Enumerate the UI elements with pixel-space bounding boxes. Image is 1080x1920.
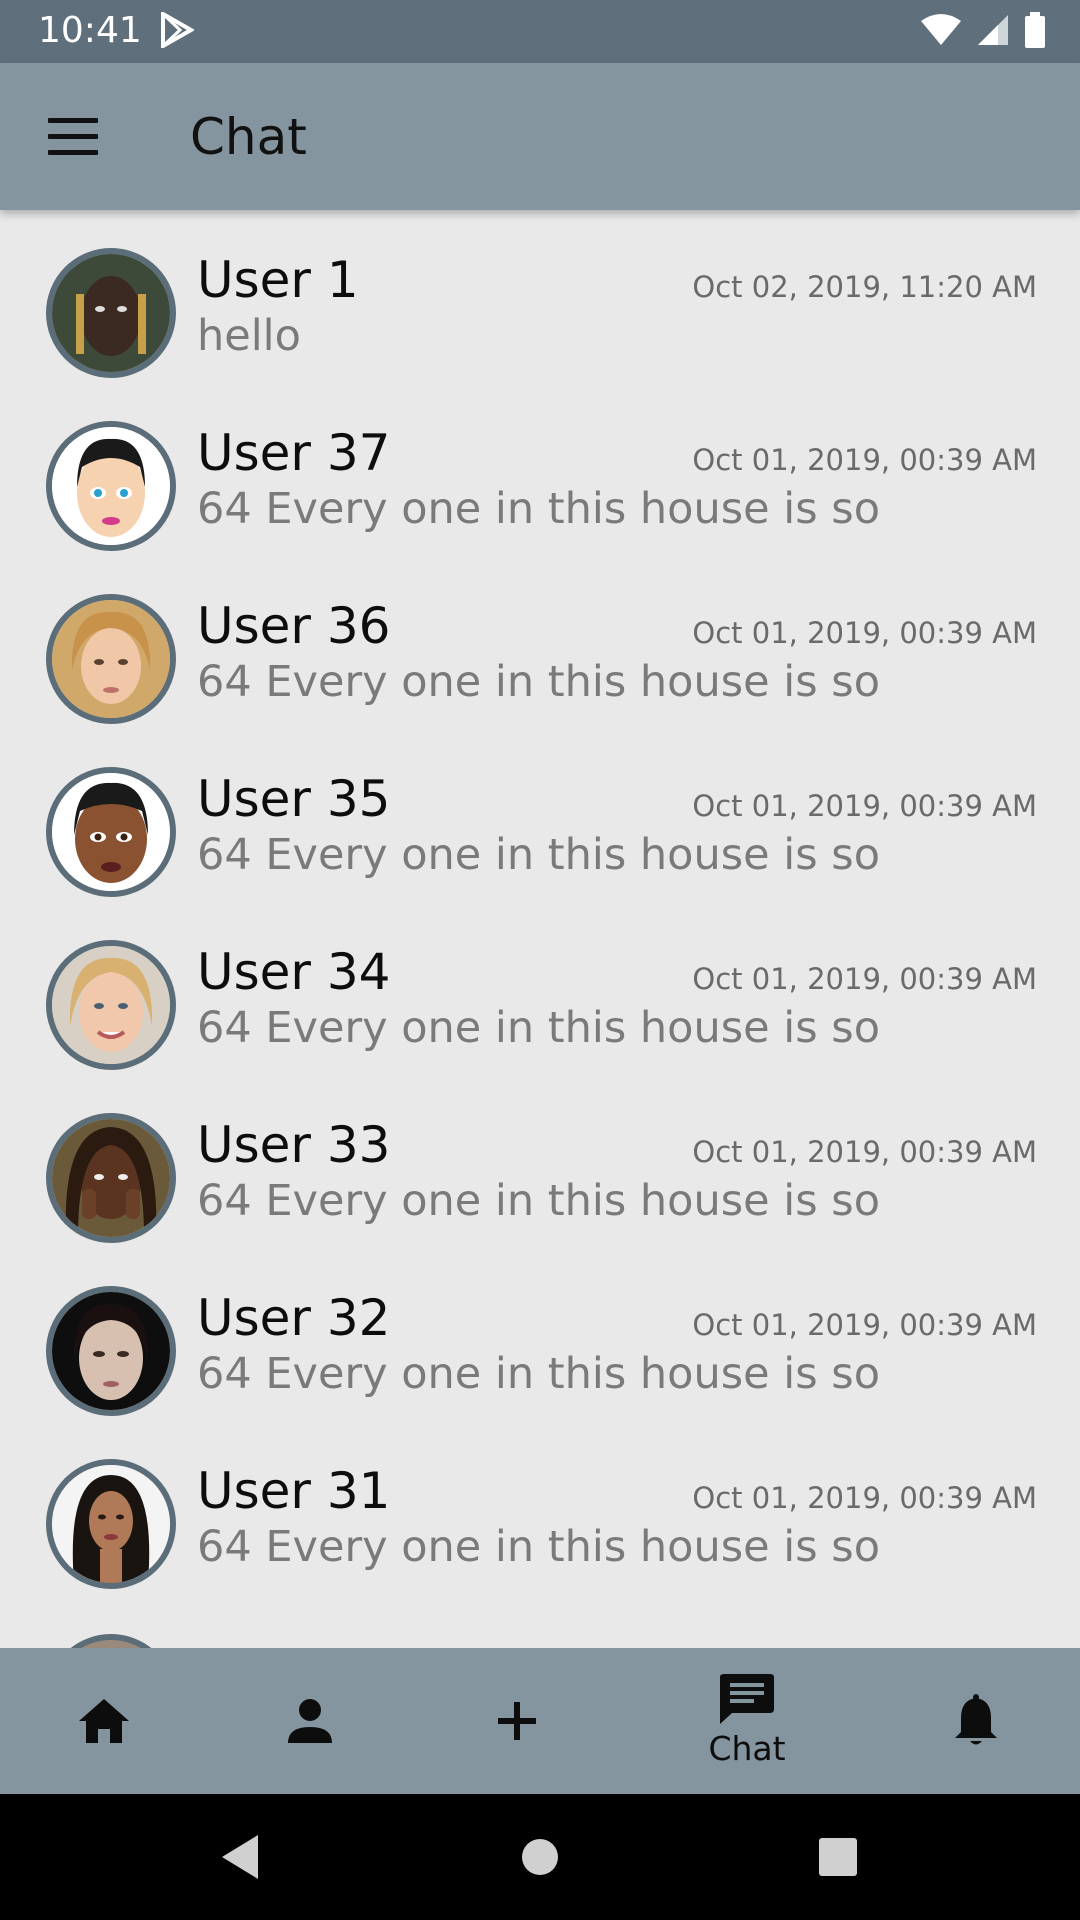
bottom-navigation: Chat [0, 1648, 1080, 1794]
chat-timestamp: Oct 01, 2019, 00:39 AM [692, 789, 1037, 823]
avatar [46, 767, 176, 897]
status-time: 10:41 [38, 10, 142, 51]
chat-user-name: User 31 [197, 1462, 391, 1520]
chat-list-item[interactable]: User 1 Oct 02, 2019, 11:20 AM hello [0, 210, 1080, 383]
home-circle-icon [522, 1839, 558, 1875]
status-bar: 10:41 [0, 0, 1080, 63]
chat-list-item[interactable]: User 31 Oct 01, 2019, 00:39 AM 64 Every … [0, 1421, 1080, 1594]
nav-chat-button[interactable]: Chat [667, 1648, 827, 1794]
wifi-icon [920, 13, 962, 51]
chat-timestamp: Oct 02, 2019, 11:20 AM [692, 270, 1037, 304]
chat-list-item[interactable]: User 34 Oct 01, 2019, 00:39 AM 64 Every … [0, 902, 1080, 1075]
nav-add-button[interactable] [437, 1648, 597, 1794]
system-navigation-bar [0, 1794, 1080, 1920]
chat-list-item[interactable]: User 35 Oct 01, 2019, 00:39 AM 64 Every … [0, 729, 1080, 902]
avatar [46, 594, 176, 724]
avatar [46, 940, 176, 1070]
recents-icon [819, 1838, 857, 1876]
chat-timestamp: Oct 01, 2019, 00:39 AM [692, 616, 1037, 650]
chat-timestamp: Oct 01, 2019, 00:39 AM [692, 962, 1037, 996]
chat-last-message: 64 Every one in this house is so [197, 1349, 881, 1399]
recents-button[interactable] [778, 1794, 898, 1920]
battery-icon [1024, 12, 1046, 52]
person-icon [288, 1699, 332, 1743]
app-bar: Chat [0, 63, 1080, 210]
chat-timestamp: Oct 01, 2019, 00:39 AM [692, 1481, 1037, 1515]
chat-list-item[interactable]: User 37 Oct 01, 2019, 00:39 AM 64 Every … [0, 383, 1080, 556]
menu-icon[interactable] [48, 118, 98, 156]
chat-user-name: User 34 [197, 943, 391, 1001]
nav-chat-label: Chat [708, 1729, 786, 1768]
chat-user-name: User 37 [197, 424, 391, 482]
chat-last-message: hello [197, 311, 301, 361]
chat-list-item[interactable]: User 32 Oct 01, 2019, 00:39 AM 64 Every … [0, 1248, 1080, 1421]
avatar [46, 248, 176, 378]
chat-list-item[interactable]: User 33 Oct 01, 2019, 00:39 AM 64 Every … [0, 1075, 1080, 1248]
chat-timestamp: Oct 01, 2019, 00:39 AM [692, 1308, 1037, 1342]
play-store-icon [160, 10, 196, 52]
avatar [46, 1113, 176, 1243]
back-button[interactable] [180, 1794, 300, 1920]
chat-user-name: User 36 [197, 597, 391, 655]
chat-user-name: User 1 [197, 251, 359, 309]
chat-list-item[interactable]: User 36 Oct 01, 2019, 00:39 AM 64 Every … [0, 556, 1080, 729]
chat-last-message: 64 Every one in this house is so [197, 484, 881, 534]
signal-icon [976, 13, 1010, 51]
chat-timestamp: Oct 01, 2019, 00:39 AM [692, 1135, 1037, 1169]
chat-last-message: 64 Every one in this house is so [197, 657, 881, 707]
nav-notifications-button[interactable] [896, 1648, 1056, 1794]
chat-last-message: 64 Every one in this house is so [197, 1522, 881, 1572]
nav-profile-button[interactable] [230, 1648, 390, 1794]
avatar [46, 1634, 176, 1648]
status-icons [920, 12, 1046, 52]
chat-last-message: 64 Every one in this house is so [197, 1003, 881, 1053]
chat-timestamp: Oct 01, 2019, 00:39 AM [692, 443, 1037, 477]
back-icon [222, 1835, 258, 1879]
avatar [46, 1459, 176, 1589]
bell-icon [955, 1694, 997, 1745]
chat-user-name: User 32 [197, 1289, 391, 1347]
chat-icon [720, 1674, 774, 1724]
chat-last-message: 64 Every one in this house is so [197, 1176, 881, 1226]
page-title: Chat [190, 108, 307, 166]
avatar [46, 1286, 176, 1416]
add-icon [498, 1702, 536, 1740]
chat-last-message: 64 Every one in this house is so [197, 830, 881, 880]
nav-home-button[interactable] [24, 1648, 184, 1794]
home-button[interactable] [480, 1794, 600, 1920]
chat-user-name: User 35 [197, 770, 391, 828]
chat-list: User 1 Oct 02, 2019, 11:20 AM hello User… [0, 210, 1080, 1648]
avatar [46, 421, 176, 551]
home-icon [79, 1699, 129, 1743]
chat-user-name: User 33 [197, 1116, 391, 1174]
